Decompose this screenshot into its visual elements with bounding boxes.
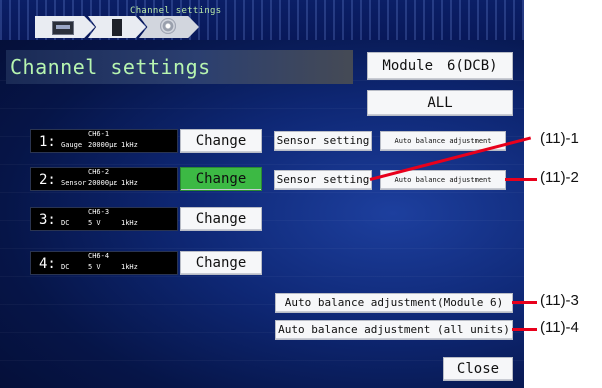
callout-label-2: (11)-2	[540, 169, 579, 186]
monitor-icon	[52, 21, 74, 35]
callout-label-4: (11)-4	[540, 319, 579, 336]
callout-line-3	[512, 301, 537, 304]
callout-label-1: (11)-1	[540, 130, 579, 147]
channel-id: CH6-2	[88, 168, 110, 176]
channel-freq: 1kHz	[121, 179, 138, 187]
channel-number: 3:	[39, 212, 56, 228]
channel-info-1: 1: CH6-1 Gauge 20000με 1kHz	[30, 129, 178, 153]
close-button[interactable]: Close	[443, 357, 513, 381]
channel-type: DC	[61, 219, 70, 227]
change-button-ch1[interactable]: Change	[180, 129, 262, 153]
page-title: Channel settings	[10, 55, 211, 79]
change-button-ch2[interactable]: Change	[180, 167, 262, 191]
sensor-setting-button-ch1[interactable]: Sensor setting	[274, 131, 372, 151]
change-button-ch4[interactable]: Change	[180, 251, 262, 275]
device-icon	[112, 19, 122, 36]
channel-id: CH6-1	[88, 130, 110, 138]
breadcrumb-current-label: Channel settings	[130, 6, 222, 16]
channel-type: Gauge	[61, 141, 83, 149]
channel-info-4: 4: CH6-4 DC 5 V 1kHz	[30, 251, 178, 275]
channel-info-2: 2: CH6-2 Sensor 20000με 1kHz	[30, 167, 178, 191]
channel-freq: 1kHz	[121, 141, 138, 149]
all-button[interactable]: ALL	[367, 90, 513, 116]
channel-range: 5 V	[88, 263, 101, 271]
auto-balance-module-button[interactable]: Auto balance adjustment(Module 6)	[275, 293, 513, 313]
channel-id: CH6-4	[88, 252, 110, 260]
channel-range: 20000με	[88, 179, 118, 187]
channel-freq: 1kHz	[121, 263, 138, 271]
channel-id: CH6-3	[88, 208, 110, 216]
module-select-button[interactable]: Module 6(DCB)	[367, 52, 513, 80]
channel-range: 20000με	[88, 141, 118, 149]
device-screen: Channel settings Channel settings Module…	[0, 0, 524, 388]
channel-number: 2:	[39, 172, 56, 188]
channel-freq: 1kHz	[121, 219, 138, 227]
channel-range: 5 V	[88, 219, 101, 227]
sensor-setting-button-ch2[interactable]: Sensor setting	[274, 170, 372, 190]
disc-icon	[160, 18, 176, 34]
callout-line-2	[505, 178, 537, 181]
callout-line-4	[512, 328, 537, 331]
change-button-ch3[interactable]: Change	[180, 207, 262, 231]
channel-info-3: 3: CH6-3 DC 5 V 1kHz	[30, 207, 178, 231]
channel-number: 1:	[39, 134, 56, 150]
channel-type: DC	[61, 263, 70, 271]
callout-label-3: (11)-3	[540, 292, 579, 309]
channel-number: 4:	[39, 256, 56, 272]
channel-type: Sensor	[61, 179, 87, 187]
auto-balance-all-units-button[interactable]: Auto balance adjustment (all units)	[275, 320, 513, 340]
